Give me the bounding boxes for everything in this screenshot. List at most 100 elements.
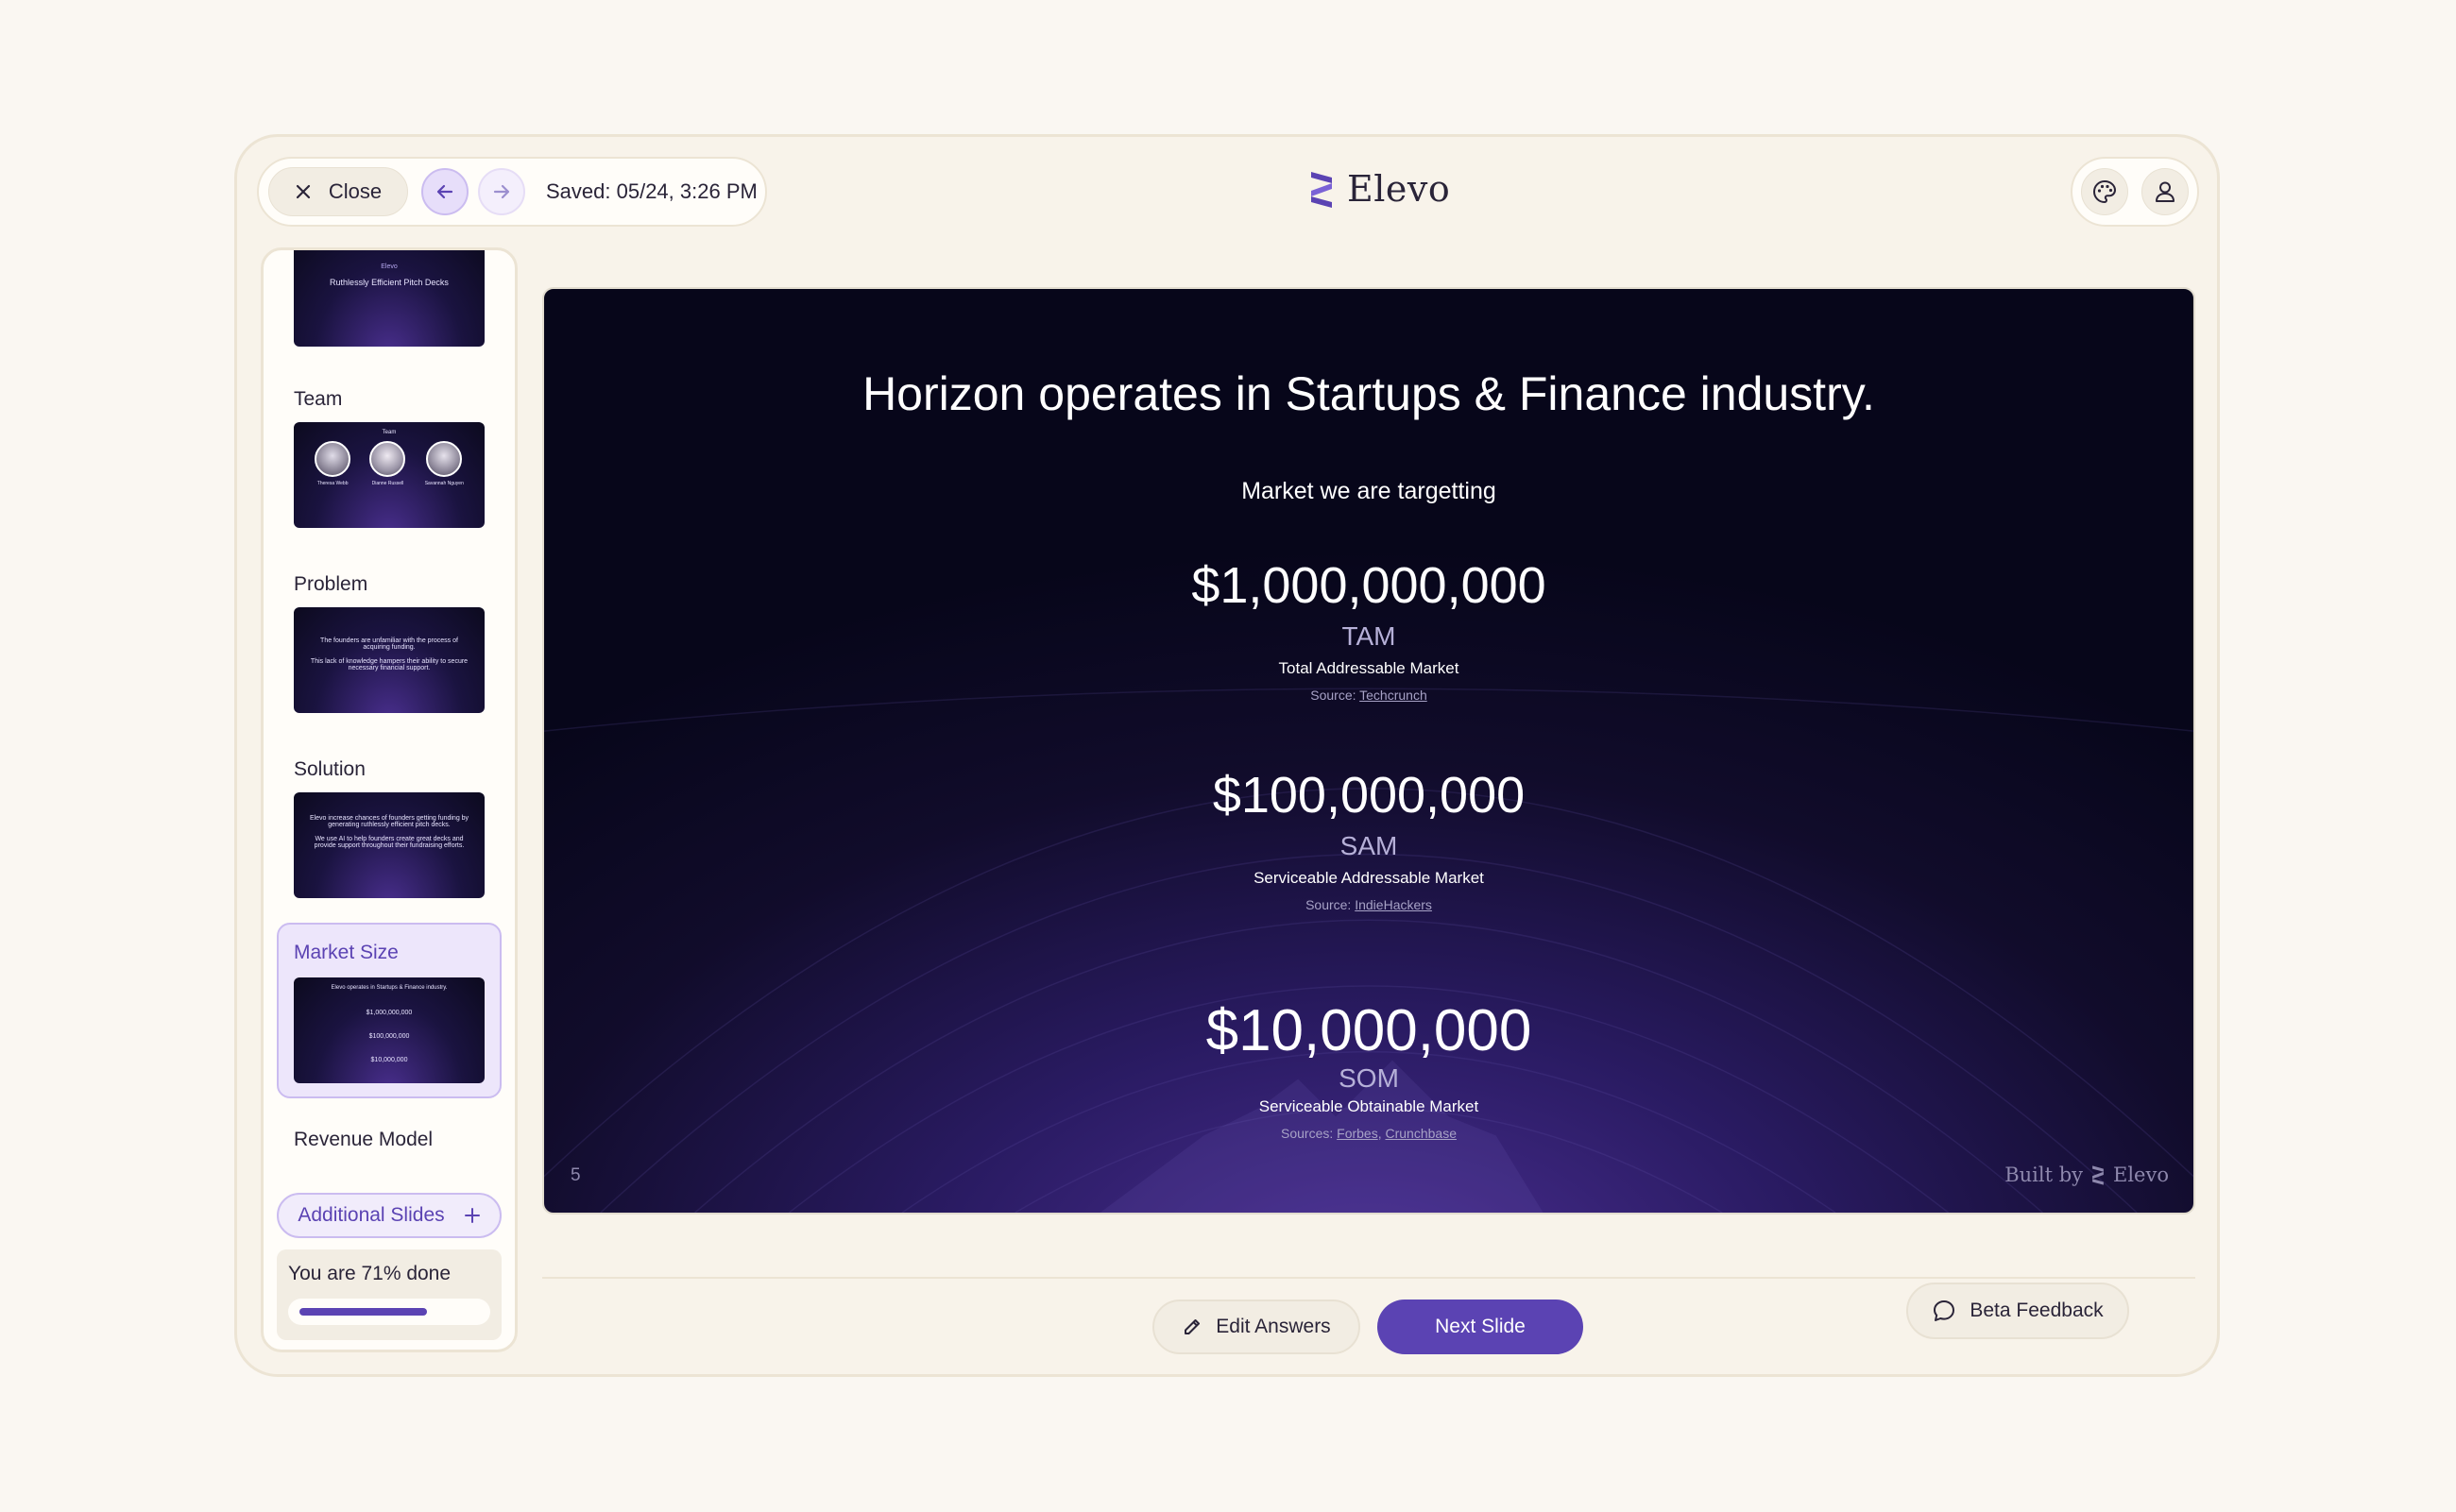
thumb-title: Team	[382, 430, 397, 435]
metric-amount: $1,000,000,000	[1191, 557, 1546, 614]
elevo-logo-icon	[2092, 1165, 2104, 1185]
metric-full-name: Serviceable Obtainable Market	[1258, 1097, 1479, 1115]
team-member: Dianne Russell	[369, 441, 406, 486]
source-separator: ,	[1377, 1126, 1386, 1141]
source-link[interactable]: IndieHackers	[1355, 897, 1432, 912]
thumb-text: The founders are unfamiliar with the pro…	[320, 637, 458, 651]
avatar	[315, 441, 351, 477]
arrow-left-icon	[436, 184, 453, 199]
slide-thumbnail: Elevo Ruthlessly Efficient Pitch Decks	[294, 250, 485, 347]
avatar	[426, 441, 463, 477]
thumb-text-secondary: This lack of knowledge hampers their abi…	[310, 658, 469, 671]
sidebar-item-solution[interactable]: Solution Elevo increase chances of found…	[277, 755, 502, 915]
slides-sidebar: Elevo Ruthlessly Efficient Pitch Decks T…	[261, 247, 518, 1352]
source-link[interactable]: Crunchbase	[1386, 1126, 1458, 1141]
close-button[interactable]: Close	[268, 167, 408, 216]
slide-thumbnail: The founders are unfamiliar with the pro…	[294, 607, 485, 713]
pencil-icon	[1185, 1319, 1201, 1334]
built-by-brand: Elevo	[2113, 1164, 2169, 1186]
source-prefix: Source:	[1305, 897, 1356, 912]
additional-slides-label: Additional Slides	[298, 1204, 445, 1226]
chat-bubble-icon	[1934, 1300, 1955, 1321]
progress-track	[288, 1299, 490, 1325]
progress-card: You are 71% done	[277, 1249, 502, 1340]
theme-button[interactable]	[2081, 168, 2128, 215]
metric-source: Sources: Forbes, Crunchbase	[544, 1126, 2193, 1141]
source-prefix: Sources:	[1281, 1126, 1338, 1141]
sidebar-item-revenue-model[interactable]: Revenue Model	[277, 1125, 502, 1163]
beta-feedback-button[interactable]: Beta Feedback	[1906, 1283, 2129, 1339]
top-right-actions	[2071, 157, 2199, 227]
sidebar-item-label: Team	[294, 388, 343, 410]
logo-text: Elevo	[1347, 168, 1451, 210]
member-name: Theresa Webb	[316, 481, 349, 486]
thumb-text-secondary: We use AI to help founders create great …	[314, 836, 465, 849]
additional-slides-button[interactable]: Additional Slides	[277, 1193, 502, 1238]
metric-abbr: SOM	[1339, 1063, 1399, 1093]
built-by-text: Built by	[2004, 1164, 2084, 1186]
edit-answers-button[interactable]: Edit Answers	[1152, 1300, 1360, 1354]
thumb-text: Elevo operates in Startups & Finance ind…	[331, 985, 448, 991]
thumb-amount: $100,000,000	[368, 1033, 410, 1040]
next-slide-button[interactable]: Next Slide	[1377, 1300, 1583, 1354]
arrow-right-icon	[493, 184, 510, 199]
beta-feedback-label: Beta Feedback	[1970, 1300, 2104, 1321]
member-name: Dianne Russell	[371, 481, 404, 486]
source-link[interactable]: Techcrunch	[1359, 688, 1427, 703]
sidebar-item-label: Market Size	[294, 942, 399, 963]
metric-tam: $1,000,000,000 TAM Total Addressable Mar…	[544, 555, 2193, 703]
member-name: Savannah Nguyen	[424, 481, 464, 486]
sidebar-item-market-size[interactable]: Market Size Elevo operates in Startups &…	[277, 923, 502, 1098]
metric-full-name: Total Addressable Market	[1278, 659, 1459, 677]
metric-source: Source: Techcrunch	[544, 688, 2193, 703]
sidebar-item-label: Revenue Model	[294, 1129, 434, 1150]
user-icon	[2156, 181, 2175, 202]
thumb-text: Ruthlessly Efficient Pitch Decks	[330, 278, 449, 287]
avatar	[369, 441, 406, 477]
next-slide-label: Next Slide	[1435, 1316, 1526, 1337]
slide-thumbnail: Team Theresa Webb Dianne Russell Savanna…	[294, 422, 485, 528]
source-prefix: Source:	[1310, 688, 1360, 703]
thumb-amount: $10,000,000	[370, 1057, 408, 1063]
team-member: Savannah Nguyen	[425, 441, 464, 486]
metric-source: Source: IndieHackers	[544, 897, 2193, 912]
forward-button[interactable]	[478, 168, 525, 215]
metric-full-name: Serviceable Addressable Market	[1254, 869, 1484, 887]
slide-preview: Horizon operates in Startups & Finance i…	[542, 287, 2195, 1215]
team-member: Theresa Webb	[315, 441, 351, 486]
thumb-brand: Elevo	[381, 263, 398, 270]
saved-status: Saved: 05/24, 3:26 PM	[546, 179, 758, 203]
metric-abbr: TAM	[1341, 621, 1396, 651]
thumb-text: Elevo increase chances of founders getti…	[309, 815, 469, 828]
plus-icon	[464, 1208, 480, 1223]
sidebar-item-cover[interactable]: Elevo Ruthlessly Efficient Pitch Decks	[277, 250, 502, 362]
close-label: Close	[328, 179, 383, 203]
metric-sam: $100,000,000 SAM Serviceable Addressable…	[544, 765, 2193, 912]
sidebar-item-problem[interactable]: Problem The founders are unfamiliar with…	[277, 569, 502, 730]
slide-title: Horizon operates in Startups & Finance i…	[862, 367, 1875, 420]
metric-amount: $100,000,000	[1212, 767, 1526, 824]
profile-button[interactable]	[2141, 168, 2189, 215]
metric-abbr: SAM	[1339, 831, 1398, 860]
metric-som: $10,000,000 SOM Serviceable Obtainable M…	[544, 998, 2193, 1142]
footer-divider	[542, 1277, 2195, 1279]
thumb-amount: $1,000,000,000	[366, 1010, 413, 1016]
progress-text: You are 71% done	[288, 1263, 452, 1284]
back-button[interactable]	[421, 168, 469, 215]
elevo-logo-icon	[1311, 172, 1332, 208]
sidebar-item-label: Solution	[294, 758, 366, 780]
close-icon	[296, 184, 310, 199]
slide-page-number: 5	[571, 1165, 581, 1185]
brand-logo: Elevo	[1307, 168, 1450, 210]
metric-amount: $10,000,000	[1205, 998, 1532, 1063]
palette-icon	[2092, 179, 2117, 204]
slide-thumbnail: Elevo increase chances of founders getti…	[294, 792, 485, 898]
sidebar-item-team[interactable]: Team Team Theresa Webb Dianne Russell Sa…	[277, 384, 502, 545]
source-link[interactable]: Forbes	[1337, 1126, 1378, 1141]
progress-fill	[299, 1308, 427, 1316]
edit-answers-label: Edit Answers	[1216, 1316, 1331, 1337]
built-by-badge: Built by Elevo	[2004, 1164, 2169, 1186]
top-toolbar: Close Saved: 05/24, 3:26 PM	[257, 157, 767, 227]
slide-thumbnail: Elevo operates in Startups & Finance ind…	[294, 977, 485, 1083]
sidebar-item-label: Problem	[294, 573, 368, 595]
